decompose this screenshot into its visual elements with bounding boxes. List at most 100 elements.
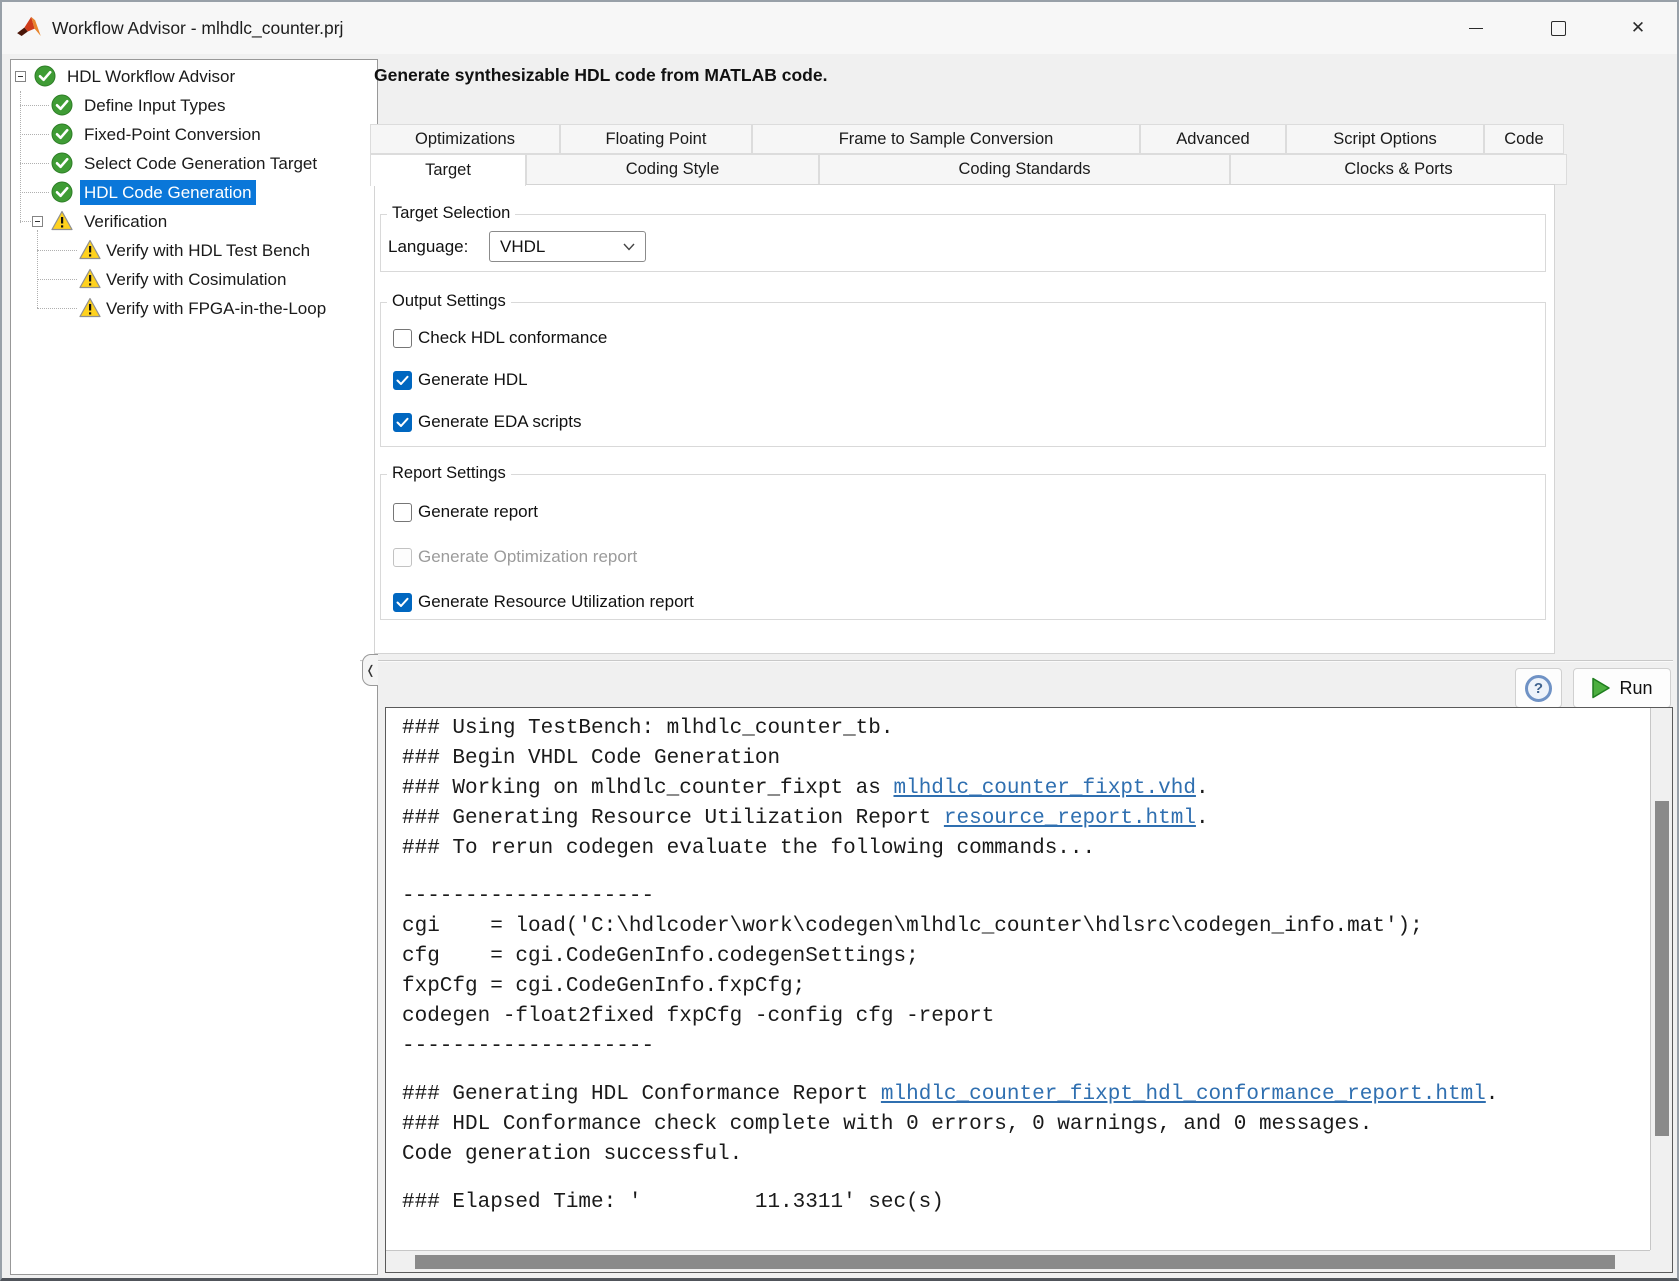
tab-clocks-ports[interactable]: Clocks & Ports [1230,154,1567,185]
checkbox-generate-resource-utilization-report[interactable]: Generate Resource Utilization report [393,591,694,613]
maximize-icon [1551,21,1566,36]
help-button[interactable]: ? [1515,668,1562,708]
console-blank-line [402,864,1648,882]
console-text-segment: ### Begin VHDL Code Generation [402,747,780,770]
chevron-down-icon [623,243,635,251]
tree-item-verify-with-fpga-in-the-loop[interactable]: Verify with FPGA-in-the-Loop [11,294,377,323]
checkbox-generate-report[interactable]: Generate report [393,501,538,523]
console-panel: ### Using TestBench: mlhdlc_counter_tb. #… [385,707,1673,1273]
console-text-segment: ### To rerun codegen evaluate the follow… [402,837,1095,860]
status-warning-icon [79,239,101,261]
checkbox-label: Generate HDL [418,370,528,390]
console-link-mlhdlc-counter-fixpt-hdl-conformance-report-html[interactable]: mlhdlc_counter_fixpt_hdl_conformance_rep… [881,1083,1486,1106]
tree-item-verify-with-hdl-test-bench[interactable]: Verify with HDL Test Bench [11,236,377,265]
tree-item-label: Select Code Generation Target [80,151,321,176]
console-text-segment: cgi = load('C:\hdlcoder\work\codegen\mlh… [402,915,1423,938]
tab-coding-style[interactable]: Coding Style [526,154,819,185]
close-button[interactable]: ✕ [1613,9,1663,47]
checkbox-unchecked-icon [393,503,412,522]
run-play-icon [1591,677,1611,699]
console-blank-line [402,1062,1648,1080]
workflow-tree-panel: HDL Workflow AdvisorDefine Input TypesFi… [10,59,378,1275]
checkbox-generate-optimization-report[interactable]: Generate Optimization report [393,546,637,568]
language-select[interactable]: VHDL [489,231,646,262]
minimize-button[interactable] [1451,9,1501,47]
language-label: Language: [388,237,468,257]
checkbox-checked-icon [393,593,412,612]
target-selection-group: Target Selection Language: VHDL [380,214,1546,272]
tab-bar-row-2: TargetCoding StyleCoding StandardsClocks… [370,154,1567,185]
tree-item-hdl-code-generation[interactable]: HDL Code Generation [11,178,377,207]
console-line: -------------------- [402,1032,1648,1062]
checkbox-generate-hdl[interactable]: Generate HDL [393,369,528,391]
help-icon: ? [1525,675,1552,702]
checkbox-label: Generate report [418,502,538,522]
tree-item-verify-with-cosimulation[interactable]: Verify with Cosimulation [11,265,377,294]
run-button[interactable]: Run [1573,668,1671,708]
checkbox-unchecked-icon [393,548,412,567]
tab-advanced[interactable]: Advanced [1140,124,1286,154]
tab-frame-to-sample-conversion[interactable]: Frame to Sample Conversion [752,124,1140,154]
console-line: Code generation successful. [402,1140,1648,1170]
checkbox-check-hdl-conformance[interactable]: Check HDL conformance [393,327,607,349]
console-output: ### Using TestBench: mlhdlc_counter_tb. #… [402,714,1648,1248]
matlab-logo-icon [16,14,43,41]
tab-floating-point[interactable]: Floating Point [560,124,752,154]
tab-script-options[interactable]: Script Options [1286,124,1484,154]
tab-code[interactable]: Code [1484,124,1564,154]
console-link-mlhdlc-counter-fixpt-vhd[interactable]: mlhdlc_counter_fixpt.vhd [893,777,1195,800]
console-text-segment: . [1486,1083,1499,1106]
console-line: ### Begin VHDL Code Generation [402,744,1648,774]
collapse-expander-icon[interactable] [15,71,26,82]
output-settings-legend: Output Settings [387,292,511,311]
console-line: cfg = cgi.CodeGenInfo.codegenSettings; [402,942,1648,972]
close-icon: ✕ [1631,18,1645,38]
status-pass-icon [51,94,73,116]
tab-coding-standards[interactable]: Coding Standards [819,154,1230,185]
console-text-segment: Code generation successful. [402,1143,742,1166]
console-line: ### Generating Resource Utilization Repo… [402,804,1648,834]
tree-item-fixed-point-conversion[interactable]: Fixed-Point Conversion [11,120,377,149]
status-pass-icon [51,123,73,145]
console-line: cgi = load('C:\hdlcoder\work\codegen\mlh… [402,912,1648,942]
tab-optimizations[interactable]: Optimizations [370,124,560,154]
tree-item-select-code-generation-target[interactable]: Select Code Generation Target [11,149,377,178]
maximize-button[interactable] [1533,9,1583,47]
window-title: Workflow Advisor - mlhdlc_counter.prj [52,2,343,54]
console-vertical-scrollbar[interactable] [1650,708,1672,1250]
status-warning-icon [51,210,73,232]
console-text-segment: cfg = cgi.CodeGenInfo.codegenSettings; [402,945,919,968]
tree-item-hdl-workflow-advisor[interactable]: HDL Workflow Advisor [11,62,377,91]
title-bar: Workflow Advisor - mlhdlc_counter.prj ✕ [2,2,1677,54]
console-line: -------------------- [402,882,1648,912]
tab-bar-row-1: OptimizationsFloating PointFrame to Samp… [370,124,1564,154]
page-title: Generate synthesizable HDL code from MAT… [374,65,827,86]
console-line: ### Using TestBench: mlhdlc_counter_tb. [402,714,1648,744]
console-horizontal-scrollbar[interactable] [386,1250,1650,1272]
console-line: ### To rerun codegen evaluate the follow… [402,834,1648,864]
status-pass-icon [51,152,73,174]
tree-item-define-input-types[interactable]: Define Input Types [11,91,377,120]
console-line: ### Elapsed Time: ' 11.3311' sec(s) [402,1188,1648,1218]
console-line: fxpCfg = cgi.CodeGenInfo.fxpCfg; [402,972,1648,1002]
console-link-resource-report-html[interactable]: resource_report.html [944,807,1196,830]
workflow-advisor-window: Workflow Advisor - mlhdlc_counter.prj ✕ … [0,0,1679,1281]
report-settings-legend: Report Settings [387,464,511,483]
horizontal-scrollbar-thumb[interactable] [415,1255,1615,1269]
tab-target[interactable]: Target [370,154,526,186]
run-button-label: Run [1619,678,1652,699]
status-pass-icon [51,181,73,203]
tree-item-verification[interactable]: Verification [11,207,377,236]
vertical-scrollbar-thumb[interactable] [1655,801,1669,1136]
status-warning-icon [79,297,101,319]
console-text-segment: -------------------- [402,1035,654,1058]
panel-collapse-handle[interactable]: ❬ [362,654,378,686]
console-blank-line [402,1170,1648,1188]
status-pass-icon [34,65,56,87]
console-text-segment: . [1196,807,1209,830]
checkbox-generate-eda-scripts[interactable]: Generate EDA scripts [393,411,581,433]
collapse-expander-icon[interactable] [32,216,43,227]
language-selected-value: VHDL [500,237,545,257]
checkbox-label: Generate Resource Utilization report [418,592,694,612]
console-text-segment: . [1196,777,1209,800]
